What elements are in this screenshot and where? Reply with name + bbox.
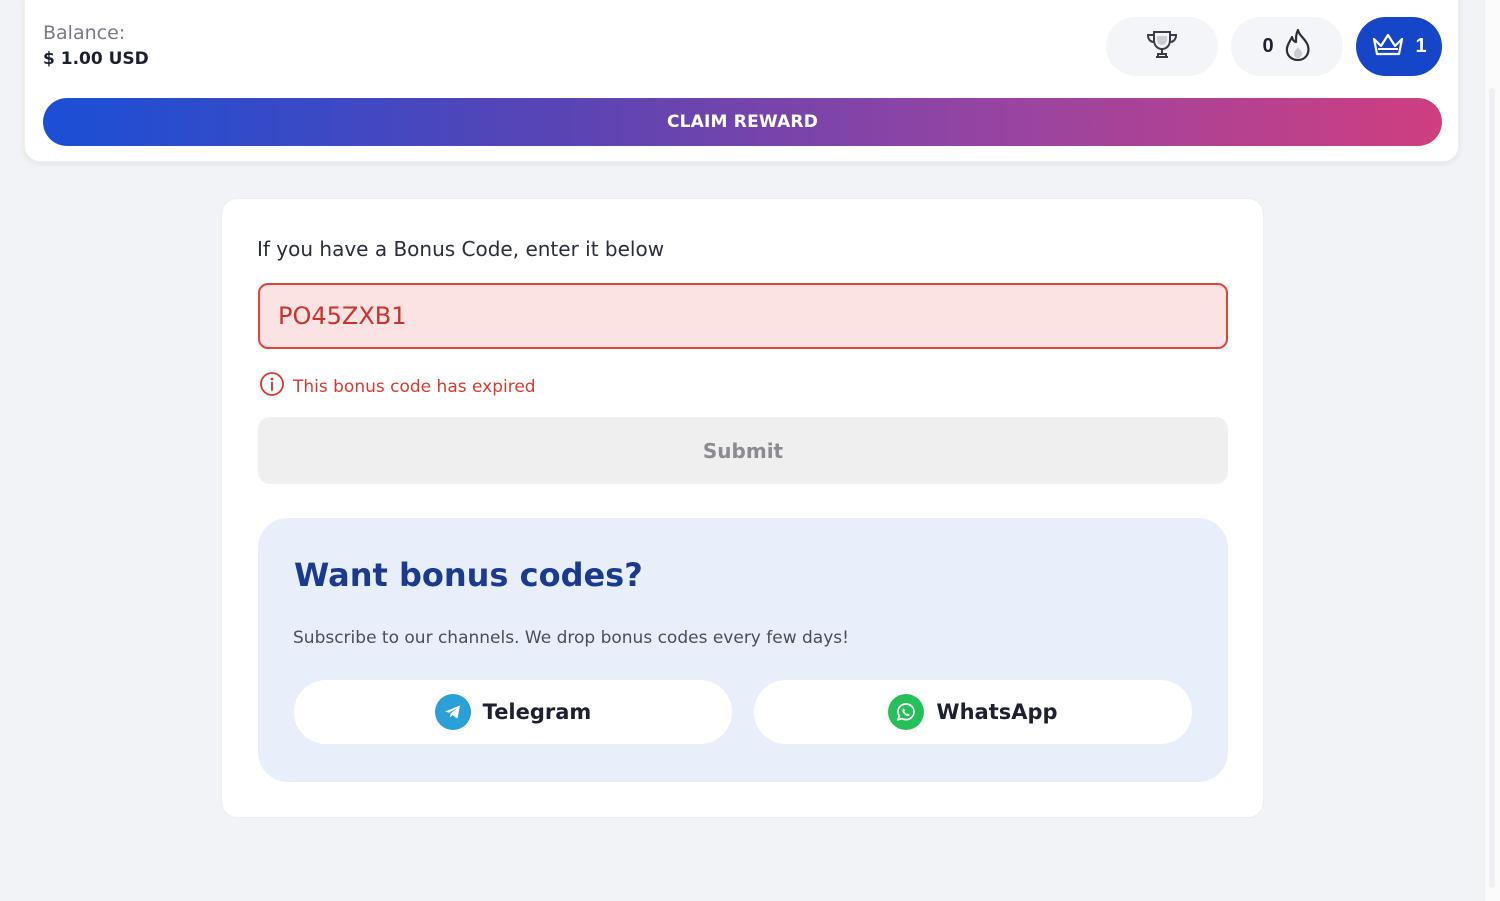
balance-label: Balance:: [43, 22, 126, 44]
scrollbar[interactable]: [1484, 0, 1500, 901]
whatsapp-label: WhatsApp: [936, 700, 1058, 724]
fire-count: 0: [1262, 35, 1274, 57]
telegram-button[interactable]: Telegram: [294, 680, 732, 744]
info-icon: [259, 371, 285, 402]
fire-icon: [1284, 28, 1312, 65]
bonus-code-intro: If you have a Bonus Code, enter it below: [257, 237, 665, 261]
promo-title: Want bonus codes?: [294, 556, 643, 594]
whatsapp-icon: [888, 694, 925, 730]
page: Balance: $ 1.00 USD 0 1 CLAIM REWARD If …: [0, 0, 1500, 901]
trophy-button[interactable]: [1106, 17, 1218, 76]
promo-subtitle: Subscribe to our channels. We drop bonus…: [293, 628, 849, 648]
telegram-label: Telegram: [482, 700, 592, 724]
crown-icon: [1371, 31, 1405, 62]
submit-button[interactable]: Submit: [258, 417, 1228, 484]
fire-streak-button[interactable]: 0: [1231, 17, 1343, 76]
whatsapp-button[interactable]: WhatsApp: [754, 680, 1192, 744]
telegram-icon: [434, 694, 471, 730]
crown-count: 1: [1415, 35, 1427, 57]
scrollbar-thumb[interactable]: [1489, 88, 1495, 888]
bonus-code-input[interactable]: [258, 283, 1228, 349]
error-text: This bonus code has expired: [293, 376, 536, 397]
crown-level-button[interactable]: 1: [1356, 17, 1442, 76]
trophy-icon: [1144, 29, 1180, 64]
error-message: This bonus code has expired: [259, 371, 536, 402]
balance-value: $ 1.00 USD: [43, 49, 149, 69]
header-card: Balance: $ 1.00 USD 0 1 CLAIM REWARD: [24, 0, 1459, 162]
bonus-code-card: If you have a Bonus Code, enter it below…: [221, 198, 1264, 818]
claim-reward-button[interactable]: CLAIM REWARD: [43, 98, 1442, 146]
promo-box: Want bonus codes? Subscribe to our chann…: [258, 518, 1228, 782]
